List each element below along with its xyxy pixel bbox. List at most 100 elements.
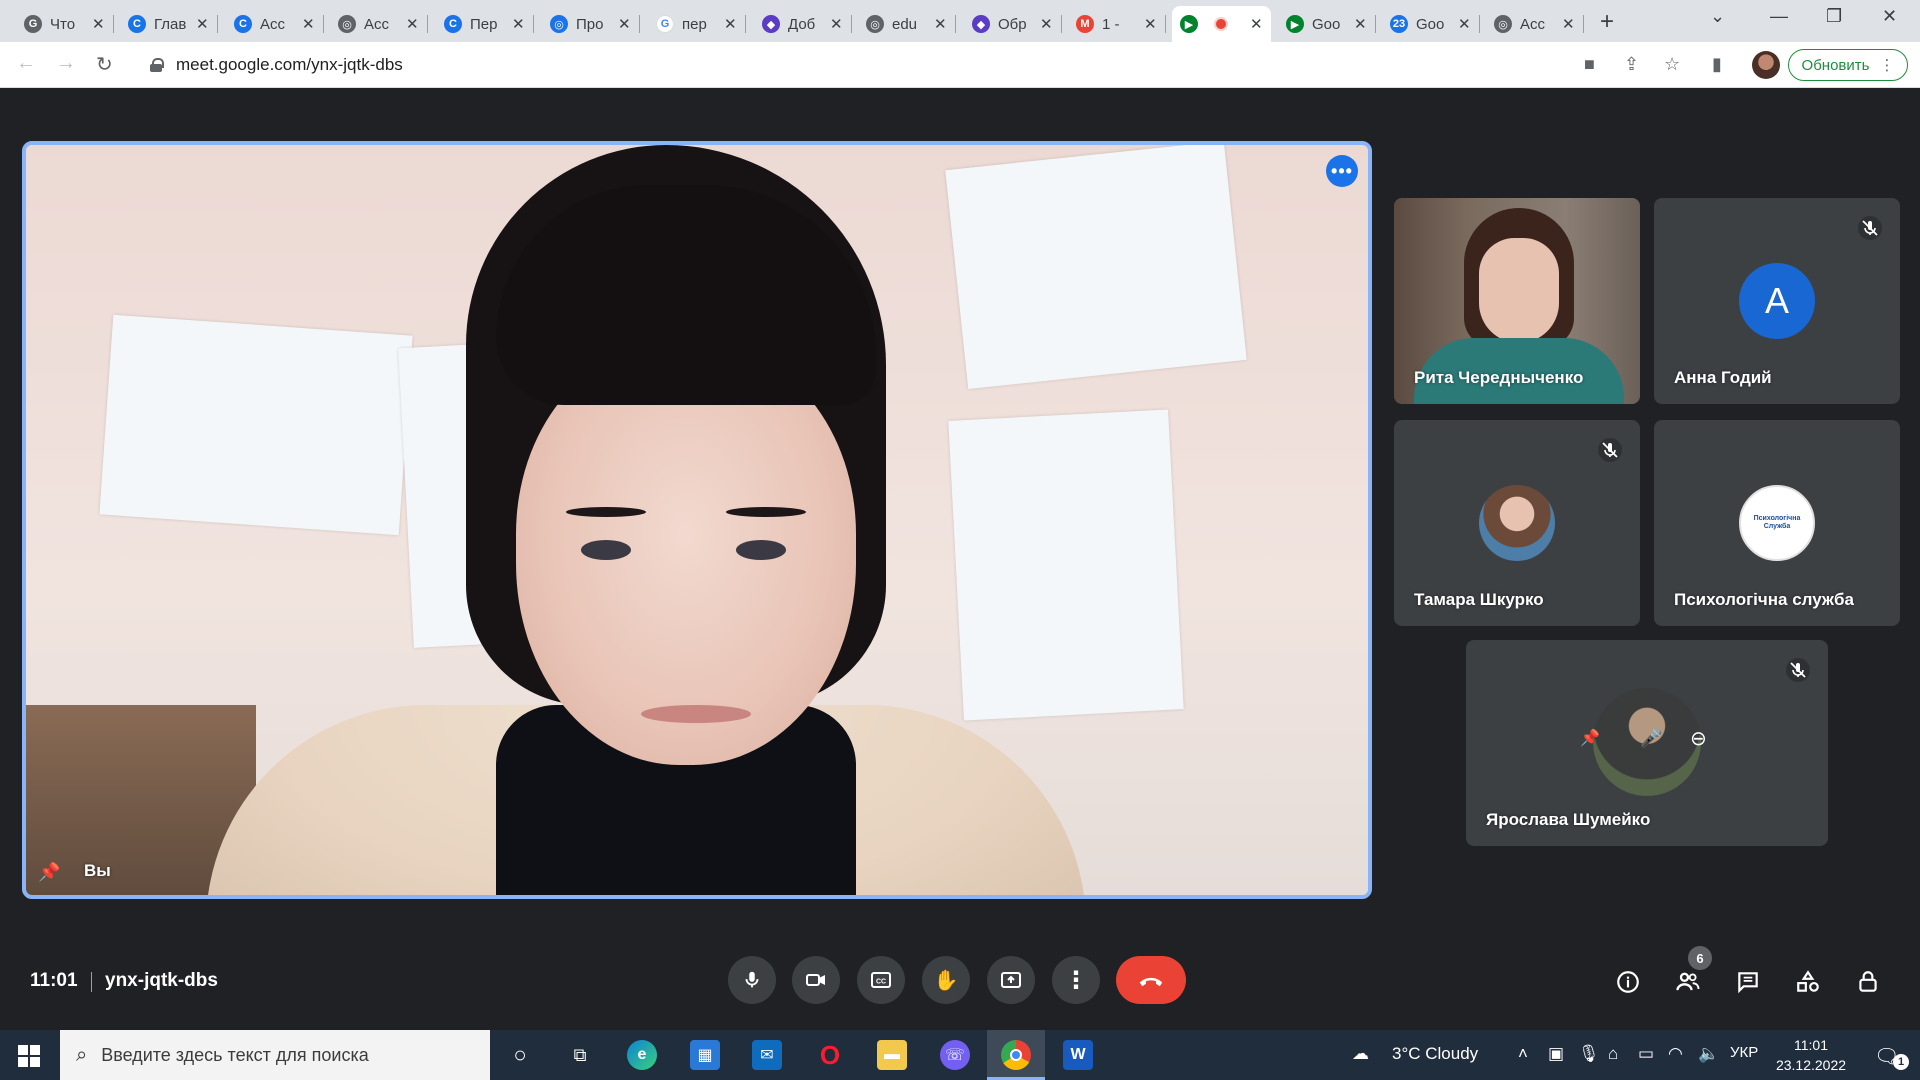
microphone-button[interactable]	[728, 956, 776, 1004]
pin-participant-icon[interactable]: 📌	[1580, 728, 1600, 748]
taskbar-clock[interactable]: 11:01 23.12.2022	[1768, 1035, 1854, 1075]
participant-tile-psych-service[interactable]: Психологічна Служба Психологічна служба	[1654, 420, 1900, 626]
participant-tile-anna[interactable]: A Анна Годий	[1654, 198, 1900, 404]
update-button[interactable]: Обновить ⋮	[1788, 49, 1908, 81]
camera-button[interactable]	[792, 956, 840, 1004]
tray-mic-icon[interactable]: 🎙	[1578, 1044, 1600, 1064]
close-window-button[interactable]: ✕	[1882, 6, 1897, 27]
tab-close-icon[interactable]: ✕	[1458, 15, 1471, 33]
tab-close-icon[interactable]: ✕	[1250, 15, 1263, 33]
tab-close-icon[interactable]: ✕	[1144, 15, 1157, 33]
tab-close-icon[interactable]: ✕	[196, 15, 209, 33]
chrome-icon[interactable]	[1001, 1040, 1031, 1070]
participant-tile-tamara[interactable]: Тамара Шкурко	[1394, 420, 1640, 626]
browser-tab[interactable]: C Пер ✕	[436, 6, 534, 42]
hand-icon: ✋	[933, 969, 959, 992]
participant-tile-yaroslava[interactable]: 📌 🎤 ⊖ Ярослава Шумейко	[1466, 640, 1828, 846]
tray-chevron-icon[interactable]: ˄	[1518, 1044, 1528, 1064]
participant-name: Рита Чередныченко	[1414, 368, 1584, 387]
browser-tab[interactable]: ◎ Про ✕	[542, 6, 640, 42]
captions-button[interactable]: CC	[857, 956, 905, 1004]
viber-icon[interactable]: ☏	[940, 1040, 970, 1070]
taskbar-search[interactable]: ⌕ Введите здесь текст для поиска	[60, 1030, 490, 1080]
tile-more-options-icon[interactable]: •••	[1326, 155, 1358, 187]
lock-icon[interactable]	[150, 58, 164, 72]
participant-avatar: Психологічна Служба	[1739, 485, 1815, 561]
browser-tab[interactable]: ◎ Асс ✕	[1486, 6, 1584, 42]
volume-icon[interactable]: 🔈	[1698, 1044, 1719, 1064]
self-video-tile[interactable]: ••• 📌 Вы	[22, 141, 1372, 899]
forward-button[interactable]: →	[56, 52, 76, 75]
tray-network-icon[interactable]: ⌂	[1608, 1044, 1618, 1064]
browser-tab[interactable]: 23 Goo ✕	[1382, 6, 1480, 42]
present-button[interactable]	[987, 956, 1035, 1004]
pin-icon[interactable]: 📌	[38, 862, 60, 883]
tab-close-icon[interactable]: ✕	[512, 15, 525, 33]
host-controls-button[interactable]	[1850, 964, 1886, 1000]
tab-close-icon[interactable]: ✕	[1040, 15, 1053, 33]
opera-icon[interactable]: O	[815, 1040, 845, 1070]
bookmark-star-icon[interactable]: ☆	[1664, 54, 1680, 75]
browser-tab[interactable]: ▶ Goo ✕	[1278, 6, 1376, 42]
file-explorer-icon[interactable]: ▬	[877, 1040, 907, 1070]
more-options-button[interactable]: ⋮	[1052, 956, 1100, 1004]
back-button[interactable]: ←	[16, 52, 36, 75]
weather-text[interactable]: 3°C Cloudy	[1392, 1044, 1478, 1064]
tab-close-icon[interactable]: ✕	[406, 15, 419, 33]
minimize-button[interactable]: —	[1770, 6, 1788, 27]
store-icon[interactable]: ▦	[690, 1040, 720, 1070]
activities-button[interactable]	[1790, 964, 1826, 1000]
remove-participant-icon[interactable]: ⊖	[1690, 726, 1707, 751]
camera-in-use-icon[interactable]: ■	[1584, 54, 1595, 75]
end-call-button[interactable]	[1116, 956, 1186, 1004]
tab-close-icon[interactable]: ✕	[618, 15, 631, 33]
share-icon[interactable]: ⇪	[1624, 54, 1639, 75]
browser-tab[interactable]: C Асс ✕	[226, 6, 324, 42]
side-panel-icon[interactable]: ▮	[1712, 54, 1722, 75]
tab-close-icon[interactable]: ✕	[1562, 15, 1575, 33]
language-indicator[interactable]: УКР	[1730, 1044, 1758, 1061]
battery-icon[interactable]: ▭	[1638, 1044, 1654, 1064]
edge-icon[interactable]: e	[627, 1040, 657, 1070]
tab-search-icon[interactable]: ⌄	[1710, 6, 1725, 27]
url-field[interactable]: meet.google.com/ynx-jqtk-dbs	[140, 47, 1560, 83]
browser-tab[interactable]: ▶ ✕	[1172, 6, 1271, 42]
participant-tile-rita[interactable]: Рита Чередныченко	[1394, 198, 1640, 404]
windows-start-icon[interactable]	[18, 1045, 40, 1067]
search-icon: ⌕	[76, 1043, 88, 1066]
task-view-icon[interactable]: ⧉	[565, 1040, 595, 1070]
tab-title: edu	[892, 15, 918, 33]
browser-tab[interactable]: ◎ Асс ✕	[330, 6, 428, 42]
cortana-icon[interactable]: ○	[505, 1040, 535, 1070]
raise-hand-button[interactable]: ✋	[922, 956, 970, 1004]
browser-tab[interactable]: ◆ Доб ✕	[754, 6, 852, 42]
new-tab-button[interactable]: +	[1600, 8, 1614, 36]
weather-icon[interactable]: ☁	[1352, 1044, 1369, 1064]
tab-close-icon[interactable]: ✕	[92, 15, 105, 33]
tray-device-icon[interactable]: ▣	[1548, 1044, 1564, 1064]
profile-avatar[interactable]	[1752, 51, 1780, 79]
wifi-icon[interactable]: ◠	[1668, 1044, 1683, 1064]
reload-button[interactable]: ↻	[96, 52, 113, 77]
tab-close-icon[interactable]: ✕	[724, 15, 737, 33]
tab-favicon-icon: G	[656, 15, 674, 33]
restore-button[interactable]: ❐	[1826, 6, 1842, 27]
mic-off-icon	[1858, 216, 1882, 240]
mute-participant-icon[interactable]: 🎤	[1640, 728, 1662, 749]
browser-tab[interactable]: Gпер ✕	[648, 6, 746, 42]
word-icon[interactable]: W	[1063, 1040, 1093, 1070]
browser-tab[interactable]: C Глав ✕	[120, 6, 218, 42]
browser-tab[interactable]: G Что ✕	[16, 6, 114, 42]
tab-close-icon[interactable]: ✕	[1354, 15, 1367, 33]
tab-close-icon[interactable]: ✕	[830, 15, 843, 33]
tab-separator	[1164, 15, 1166, 33]
chat-button[interactable]	[1730, 964, 1766, 1000]
tab-close-icon[interactable]: ✕	[934, 15, 947, 33]
browser-tab[interactable]: ◎ edu ✕	[858, 6, 956, 42]
meeting-details-button[interactable]	[1610, 964, 1646, 1000]
tab-close-icon[interactable]: ✕	[302, 15, 315, 33]
browser-tab[interactable]: M 1 - ✕	[1068, 6, 1166, 42]
mail-icon[interactable]: ✉	[752, 1040, 782, 1070]
browser-tab[interactable]: ◆ Обр ✕	[964, 6, 1062, 42]
tab-title: Обр	[998, 15, 1027, 33]
